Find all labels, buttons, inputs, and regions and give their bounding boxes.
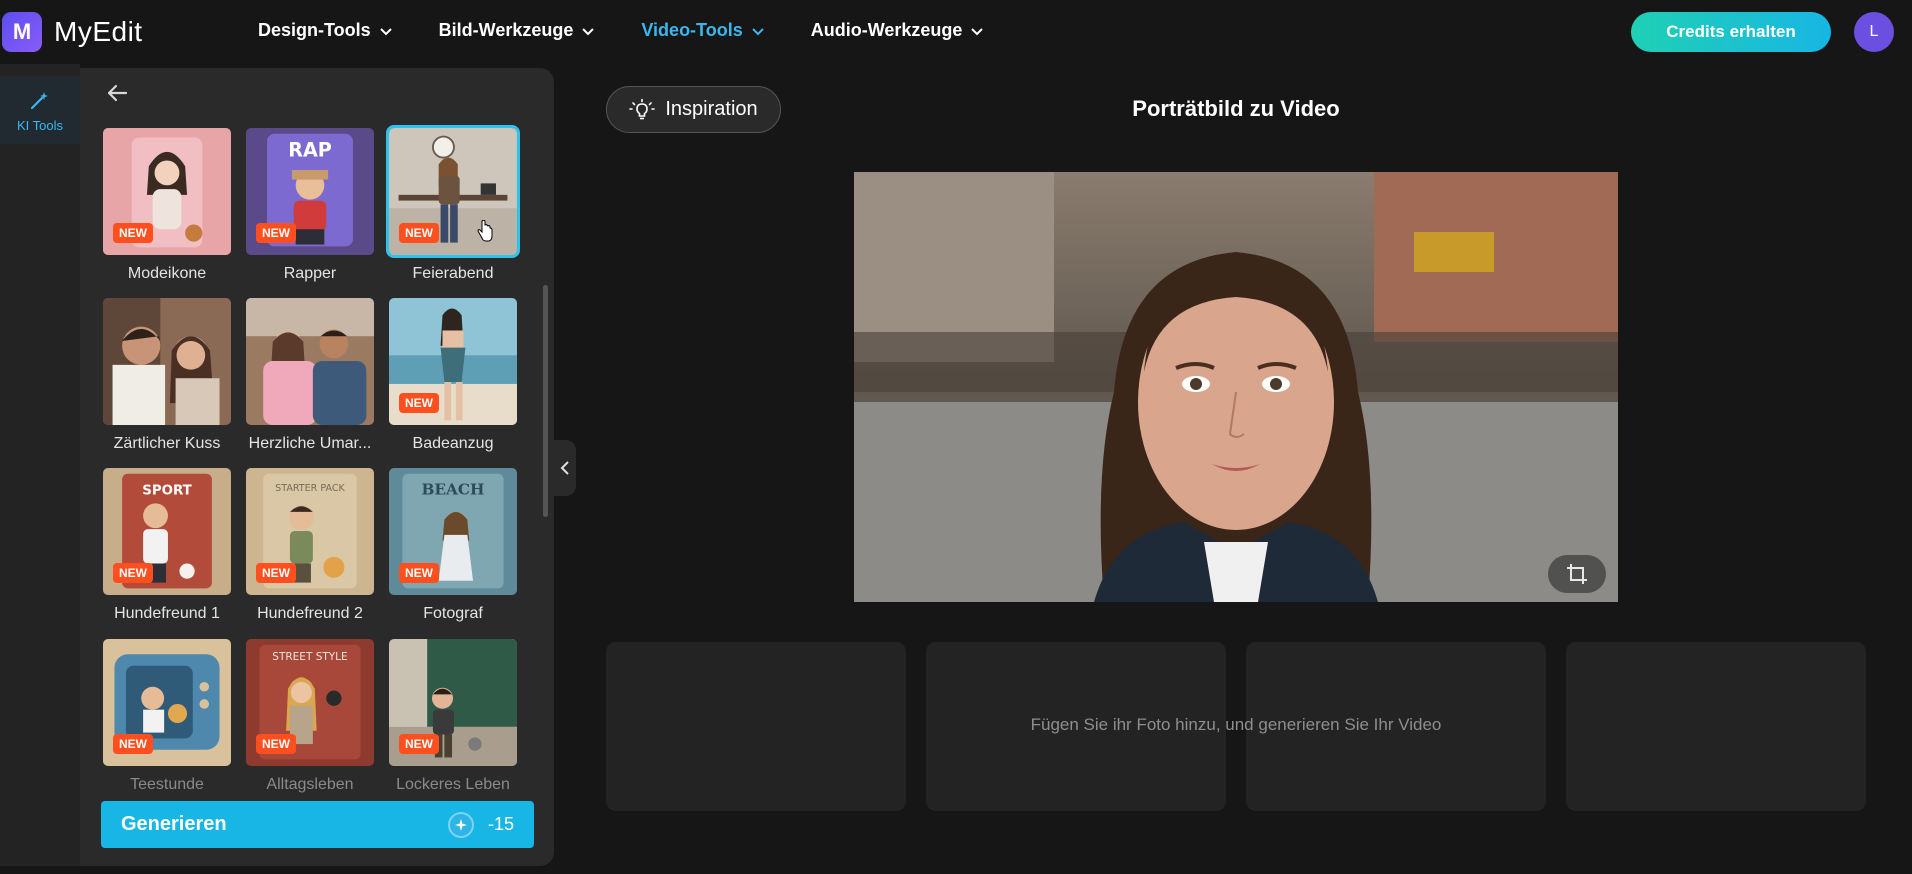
credit-cost-value: -15 — [487, 814, 514, 834]
cursor-hand-icon — [477, 220, 493, 242]
avatar[interactable]: L — [1854, 12, 1894, 52]
template-label: Alltagsleben — [266, 776, 354, 793]
template-thumbnail[interactable] — [100, 295, 234, 428]
svg-text:STREET STYLE: STREET STYLE — [272, 651, 347, 663]
template-thumbnail[interactable]: STREET STYLE NEW — [243, 636, 377, 769]
crop-button[interactable] — [1548, 555, 1606, 593]
nav-bild-werkzeuge[interactable]: Bild-Werkzeuge — [439, 20, 596, 41]
new-badge: NEW — [113, 563, 153, 583]
generate-button[interactable]: Generieren -15 — [101, 801, 534, 848]
svg-text:STARTER PACK: STARTER PACK — [275, 483, 345, 494]
template-thumbnail[interactable]: NEW — [386, 636, 520, 769]
new-badge: NEW — [113, 734, 153, 754]
template-thumbnail[interactable]: STARTER PACK NEW — [243, 465, 377, 598]
chevron-down-icon — [971, 27, 984, 35]
new-badge: NEW — [399, 393, 439, 413]
new-badge: NEW — [399, 563, 439, 583]
svg-text:RAP: RAP — [288, 139, 331, 162]
nav-label: Design-Tools — [258, 20, 371, 40]
portrait-photo — [854, 172, 1618, 602]
chevron-down-icon — [752, 27, 764, 35]
lightbulb-icon — [629, 98, 656, 119]
template-thumbnail[interactable]: SPORT NEW — [100, 465, 234, 598]
template-card[interactable]: STREET STYLE NEW Alltagsleben — [243, 636, 377, 794]
svg-text:SPORT: SPORT — [142, 484, 192, 499]
template-label: Lockeres Leben — [396, 776, 510, 793]
credits-button[interactable]: Credits erhalten — [1631, 12, 1831, 52]
template-card[interactable]: NEW Lockeres Leben — [386, 636, 520, 794]
new-badge: NEW — [399, 223, 439, 243]
back-arrow-icon[interactable] — [104, 80, 130, 106]
new-badge: NEW — [256, 223, 296, 243]
template-thumbnail[interactable]: RAP NEW — [243, 125, 377, 258]
chevron-down-icon — [582, 27, 595, 35]
template-card[interactable]: RAP NEW Rapper — [243, 125, 377, 283]
logo-icon: M — [2, 12, 42, 52]
template-thumbnail[interactable]: NEW — [100, 636, 234, 769]
tool-rail: KI Tools — [0, 64, 80, 866]
template-card[interactable]: Zärtlicher Kuss — [100, 295, 234, 453]
template-label: Feierabend — [412, 265, 494, 282]
chevron-left-icon — [560, 461, 569, 475]
nav-label: Video-Tools — [641, 20, 743, 40]
page-title: Porträtbild zu Video — [1132, 96, 1340, 121]
template-label: Hundefreund 1 — [114, 605, 220, 622]
template-label: Fotograf — [423, 605, 483, 622]
template-thumbnail[interactable]: NEW — [386, 295, 520, 428]
nav-design-tools[interactable]: Design-Tools — [258, 20, 393, 41]
template-card[interactable]: STARTER PACK NEW Hundefreund 2 — [243, 465, 377, 623]
template-card[interactable]: NEW Badeanzug — [386, 295, 520, 453]
uploaded-portrait-image[interactable] — [854, 172, 1618, 602]
crop-icon — [1567, 564, 1587, 584]
template-thumbnail-selected[interactable]: NEW — [386, 125, 520, 258]
template-card[interactable]: NEW Feierabend — [386, 125, 520, 283]
rail-item-label: KI Tools — [16, 117, 63, 133]
template-card[interactable]: Herzliche Umar... — [243, 295, 377, 453]
generate-label: Generieren — [121, 813, 227, 835]
template-label: Badeanzug — [412, 435, 494, 452]
template-label: Rapper — [283, 265, 337, 282]
template-card[interactable]: NEW Modeikone — [100, 125, 234, 283]
template-label: Hundefreund 2 — [257, 605, 363, 622]
app-logo[interactable]: M MyEdit — [2, 12, 143, 52]
template-preview-image — [246, 298, 374, 425]
app-name: MyEdit — [54, 16, 143, 47]
template-thumbnail[interactable]: BEACH NEW — [386, 465, 520, 598]
inspiration-button[interactable]: Inspiration — [606, 86, 781, 133]
template-thumbnail[interactable] — [243, 295, 377, 428]
nav-video-tools[interactable]: Video-Tools — [641, 20, 764, 41]
svg-text:BEACH: BEACH — [422, 481, 485, 499]
magic-wand-icon — [30, 91, 48, 109]
new-badge: NEW — [399, 734, 439, 754]
new-badge: NEW — [113, 223, 153, 243]
chevron-down-icon — [379, 27, 392, 35]
nav-label: Audio-Werkzeuge — [810, 20, 963, 40]
template-grid: NEW Modeikone RAP NEW Rapper NEW Feierab… — [100, 125, 520, 795]
rail-item-ki-tools[interactable]: KI Tools — [0, 76, 80, 144]
panel-scrollbar[interactable] — [543, 285, 548, 517]
inspiration-label: Inspiration — [665, 98, 758, 120]
template-label: Zärtlicher Kuss — [113, 435, 221, 452]
template-label: Teestunde — [130, 776, 204, 793]
template-label: Herzliche Umar... — [248, 435, 372, 452]
template-card[interactable]: SPORT NEW Hundefreund 1 — [100, 465, 234, 623]
main-nav: Design-Tools Bild-Werkzeuge Video-Tools … — [258, 20, 1030, 41]
template-preview-image — [103, 298, 231, 425]
credit-coin-icon — [447, 811, 474, 838]
template-label: Modeikone — [127, 265, 207, 282]
credit-cost: -15 — [447, 811, 514, 838]
collapse-panel-button[interactable] — [554, 440, 576, 496]
top-bar: M MyEdit Design-Tools Bild-Werkzeuge Vid… — [0, 0, 1912, 64]
template-card[interactable]: BEACH NEW Fotograf — [386, 465, 520, 623]
empty-results-hint: Fügen Sie ihr Foto hinzu, und generieren… — [1030, 715, 1442, 734]
nav-audio-werkzeuge[interactable]: Audio-Werkzeuge — [811, 20, 985, 41]
template-thumbnail[interactable]: NEW — [100, 125, 234, 258]
new-badge: NEW — [256, 734, 296, 754]
nav-label: Bild-Werkzeuge — [438, 20, 574, 40]
template-card[interactable]: NEW Teestunde — [100, 636, 234, 794]
new-badge: NEW — [256, 563, 296, 583]
